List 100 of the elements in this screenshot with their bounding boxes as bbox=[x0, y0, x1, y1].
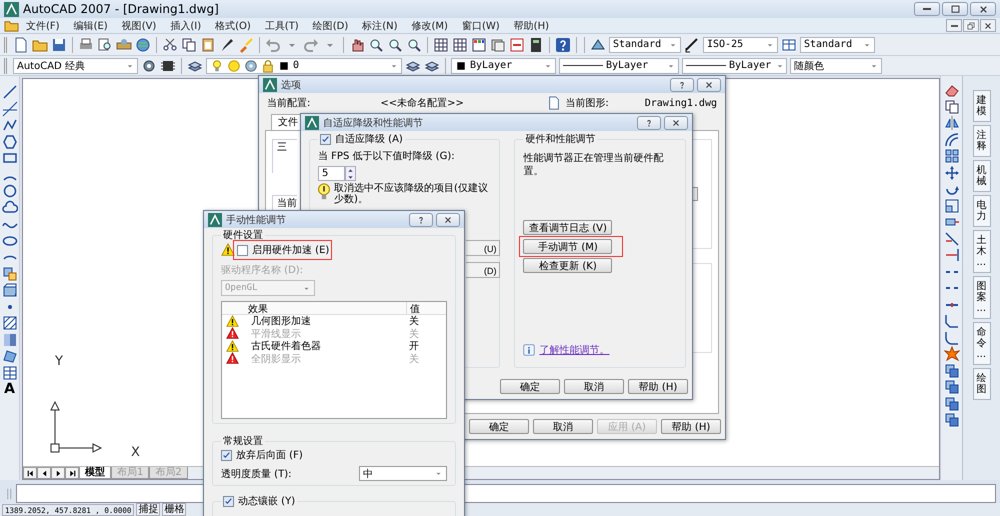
fillet-icon[interactable] bbox=[944, 330, 960, 346]
restore-button[interactable] bbox=[963, 19, 979, 32]
transparency-dropdown[interactable]: 中 bbox=[359, 466, 447, 481]
close-button[interactable] bbox=[980, 19, 996, 32]
hatch-icon[interactable] bbox=[2, 315, 18, 331]
palette-tab[interactable]: 机械 bbox=[972, 160, 990, 192]
extend-icon[interactable] bbox=[944, 247, 960, 263]
close-button[interactable] bbox=[436, 212, 460, 226]
dialog-button[interactable]: 确定 bbox=[469, 419, 529, 434]
table-style-dropdown[interactable]: Standard bbox=[800, 36, 875, 52]
table-icon[interactable] bbox=[2, 364, 18, 380]
dialog-button[interactable]: 手动调节 (M) bbox=[523, 239, 612, 254]
menu-item[interactable]: 绘图(D) bbox=[306, 18, 356, 32]
zoom-icon[interactable] bbox=[387, 36, 403, 52]
menu-item[interactable]: 视图(V) bbox=[114, 18, 164, 32]
side-button[interactable]: (U) bbox=[466, 240, 500, 256]
grid-icon[interactable] bbox=[433, 36, 449, 52]
block-icon[interactable] bbox=[2, 266, 18, 282]
magnifier-icon[interactable] bbox=[97, 36, 113, 52]
calculator-icon[interactable] bbox=[528, 36, 544, 52]
menu-item[interactable]: 修改(M) bbox=[404, 18, 455, 32]
menu-item[interactable]: 插入(I) bbox=[163, 18, 208, 32]
dimension-style-icon[interactable] bbox=[684, 36, 700, 52]
help-button[interactable] bbox=[670, 78, 694, 92]
menu-item[interactable]: 帮助(H) bbox=[506, 18, 556, 32]
side-button[interactable]: (D) bbox=[466, 262, 500, 278]
first-button[interactable] bbox=[23, 467, 37, 479]
last-button[interactable] bbox=[65, 467, 79, 479]
close-button[interactable] bbox=[664, 116, 688, 130]
maximize-button[interactable] bbox=[942, 2, 968, 16]
pen-icon[interactable] bbox=[219, 36, 235, 52]
palette-tab[interactable]: 绘图 bbox=[972, 368, 990, 400]
copy-icon[interactable] bbox=[944, 98, 960, 114]
scissors-icon[interactable] bbox=[162, 36, 178, 52]
text-tool[interactable]: A bbox=[2, 381, 18, 397]
globe-icon[interactable] bbox=[135, 36, 151, 52]
move-icon[interactable] bbox=[944, 164, 960, 180]
layer-dropdown[interactable]: 0 bbox=[206, 58, 402, 74]
close-button[interactable] bbox=[970, 2, 996, 16]
lineweight-dropdown[interactable]: ByLayer bbox=[682, 58, 787, 74]
circle-icon[interactable] bbox=[2, 183, 18, 199]
dialog-button[interactable]: 取消 bbox=[564, 379, 624, 394]
menu-item[interactable]: 窗口(W) bbox=[454, 18, 507, 32]
trim-icon[interactable] bbox=[944, 230, 960, 246]
sheets-icon[interactable] bbox=[490, 36, 506, 52]
copy-icon[interactable] bbox=[181, 36, 197, 52]
linetype-dropdown[interactable]: ByLayer bbox=[559, 58, 679, 74]
color-dropdown[interactable]: ByLayer bbox=[451, 58, 556, 74]
dimension-style-dropdown[interactable]: ISO-25 bbox=[703, 36, 778, 52]
help-icon[interactable] bbox=[555, 36, 571, 52]
checkbox[interactable] bbox=[237, 244, 248, 256]
grid-icon[interactable] bbox=[452, 36, 468, 52]
array-icon[interactable] bbox=[944, 148, 960, 164]
explosion-icon[interactable] bbox=[944, 346, 960, 362]
previous-button[interactable] bbox=[37, 467, 51, 479]
document-icon[interactable] bbox=[13, 36, 29, 52]
settings-icon[interactable] bbox=[141, 58, 157, 74]
status-toggle[interactable]: 栅格 bbox=[162, 503, 186, 516]
block-icon[interactable] bbox=[2, 282, 18, 298]
dialog-button[interactable]: 查看调节日志 (V) bbox=[523, 220, 612, 235]
palette-tab[interactable]: 建模 bbox=[972, 90, 990, 122]
close-button[interactable] bbox=[697, 78, 721, 92]
dialog-button[interactable]: 帮助 (H) bbox=[661, 419, 721, 434]
palette-tab[interactable]: 注释 bbox=[972, 125, 990, 157]
checkbox[interactable] bbox=[221, 450, 232, 460]
offset-icon[interactable] bbox=[944, 132, 960, 148]
draw-order-icon[interactable] bbox=[944, 412, 960, 428]
zoom-icon[interactable] bbox=[406, 36, 422, 52]
spinner-arrows[interactable] bbox=[345, 166, 356, 181]
zoom-icon[interactable] bbox=[368, 36, 384, 52]
minimize-button[interactable] bbox=[914, 2, 940, 16]
chamfer-icon[interactable] bbox=[944, 313, 960, 329]
draw-order-icon[interactable] bbox=[944, 379, 960, 395]
dialog-button[interactable]: 取消 bbox=[533, 419, 593, 434]
mirror-icon[interactable] bbox=[944, 115, 960, 131]
palette-tab[interactable]: 命令... bbox=[972, 322, 990, 365]
palette-icon[interactable] bbox=[471, 36, 487, 52]
dialog-button[interactable]: 检查更新 (K) bbox=[523, 258, 612, 273]
draw-order-icon[interactable] bbox=[944, 396, 960, 412]
help-button[interactable] bbox=[409, 212, 433, 226]
menu-item[interactable]: 工具(T) bbox=[258, 18, 306, 32]
construction-line-icon[interactable] bbox=[2, 100, 18, 116]
plotter-icon[interactable] bbox=[116, 36, 132, 52]
menu-item[interactable]: 文件(F) bbox=[19, 18, 67, 32]
save-icon[interactable] bbox=[51, 36, 67, 52]
minimize-button[interactable] bbox=[946, 19, 962, 32]
gradient-icon[interactable] bbox=[2, 332, 18, 348]
menu-item[interactable]: 编辑(E) bbox=[66, 18, 115, 32]
help-button[interactable] bbox=[637, 116, 661, 130]
dialog-button[interactable]: 确定 bbox=[500, 379, 560, 394]
region-icon[interactable] bbox=[2, 348, 18, 364]
status-toggle[interactable]: 捕捉 bbox=[136, 503, 160, 516]
next-button[interactable] bbox=[51, 467, 65, 479]
layout-tab[interactable]: 模型 bbox=[79, 467, 111, 479]
help-link[interactable]: 了解性能调节。 bbox=[539, 343, 610, 357]
text-style-dropdown[interactable]: Standard bbox=[609, 36, 681, 52]
checkbox[interactable] bbox=[320, 134, 331, 144]
cloud-icon[interactable] bbox=[2, 200, 18, 216]
number-field[interactable]: 5 bbox=[318, 166, 345, 181]
checkbox[interactable] bbox=[223, 496, 234, 506]
